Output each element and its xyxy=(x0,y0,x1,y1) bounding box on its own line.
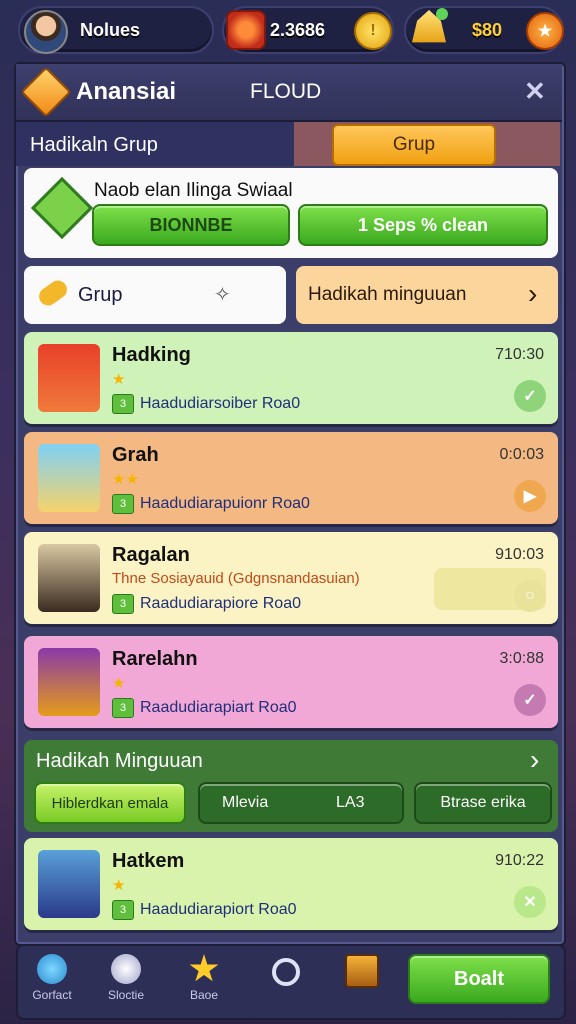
star-badge-icon[interactable]: ★ xyxy=(526,12,564,50)
weekly-filter[interactable]: Hadikah minguuan › xyxy=(296,266,558,324)
row-detail-text: Raadudiarapiore Roa0 xyxy=(140,595,301,613)
coins-pill[interactable]: 2.3686 ! xyxy=(222,6,394,54)
row-detail-text: Haadudiarapuionr Roa0 xyxy=(140,495,310,513)
close-icon[interactable]: ✕ xyxy=(524,76,546,107)
gem-dot-icon xyxy=(436,8,448,20)
tab-grup[interactable]: Grup xyxy=(332,124,496,166)
row-badge-icon: 3 xyxy=(112,698,134,718)
row-action-icon[interactable]: ✕ xyxy=(514,886,546,918)
sparkle-icon: ✧ xyxy=(214,284,231,306)
row-stars: ★ xyxy=(112,877,126,894)
panel-title: Anansiai xyxy=(76,78,177,105)
row-detail-text: Haadudiarapiort Roa0 xyxy=(140,901,297,919)
gems-pill[interactable]: $80 ★ xyxy=(404,6,564,54)
leaderboard-row[interactable]: Rarelahn 3:0:88 ★ 3 Raadudiarapiart Roa0 … xyxy=(24,636,558,728)
weekly-button-3[interactable]: Btrase erika xyxy=(414,782,552,824)
row-badge-icon: 3 xyxy=(112,594,134,614)
row-badge-icon: 3 xyxy=(112,900,134,920)
nav-item-baoe[interactable]: Baoe xyxy=(164,950,244,1002)
weekly-filter-label: Hadikah minguuan xyxy=(308,284,467,305)
row-avatar xyxy=(38,648,100,716)
row-action-icon[interactable]: ✓ xyxy=(514,380,546,412)
task-left-button[interactable]: BIONNBE xyxy=(92,204,290,246)
row-stars: ★ xyxy=(112,371,126,388)
coin-icon: ! xyxy=(354,12,392,50)
row-time: 710:30 xyxy=(495,346,544,363)
row-name: Grah xyxy=(112,444,159,466)
row-name: Hatkem xyxy=(112,850,185,872)
profile-pill[interactable]: Nolues xyxy=(18,6,214,54)
row-stars: ★ xyxy=(112,675,126,692)
row-avatar xyxy=(38,544,100,612)
weekly-button-2[interactable]: Mlevia LA3 xyxy=(198,782,404,824)
chest-icon xyxy=(345,954,379,988)
weekly-button-2-right: LA3 xyxy=(336,794,365,811)
row-badge-icon: 3 xyxy=(112,494,134,514)
wrench-icon xyxy=(35,277,71,309)
row-time: 3:0:88 xyxy=(499,650,544,667)
coin-count: 2.3686 xyxy=(270,20,326,40)
row-name: Ragalan xyxy=(112,544,190,566)
row-avatar xyxy=(38,444,100,512)
panel-subtitle: FLOUD xyxy=(250,80,322,103)
weekly-section-title: Hadikah Minguuan xyxy=(36,750,203,772)
row-detail: 3 Haadudiarapuionr Roa0 xyxy=(112,494,310,514)
group-filter[interactable]: Grup ✧ xyxy=(24,266,286,324)
nav-item-sloctie[interactable]: Sloctie xyxy=(86,950,166,1002)
cta-label: Boalt xyxy=(454,967,504,990)
row-extra-text: Thne Sosiayauid (Gdgnsnandasuian) xyxy=(112,570,360,587)
tab-label: Hadikaln Grup xyxy=(30,134,158,156)
player-avatar xyxy=(24,10,68,54)
group-filter-label: Grup xyxy=(78,284,123,306)
username: Nolues xyxy=(80,20,141,40)
tab-hadikaln-grup[interactable]: Hadikaln Grup xyxy=(16,122,294,166)
row-detail: 3 Haadudiarsoiber Roa0 xyxy=(112,394,300,414)
row-detail: 3 Raadudiarapiore Roa0 xyxy=(112,594,301,614)
task-title: Naob elan Ilinga Swiaal xyxy=(94,180,293,201)
chat-bubble-icon xyxy=(37,954,67,984)
nav-label: Sloctie xyxy=(107,988,145,1002)
star-icon xyxy=(189,954,219,982)
row-stars: ★★ xyxy=(112,471,139,488)
row-name: Rarelahn xyxy=(112,648,198,670)
row-detail-text: Haadudiarsoiber Roa0 xyxy=(140,395,301,413)
row-time: 910:03 xyxy=(495,546,544,563)
bottom-cta-button[interactable]: Boalt xyxy=(408,954,550,1004)
row-detail-text: Raadudiarapiart Roa0 xyxy=(140,699,297,717)
row-badge-icon: 3 xyxy=(112,394,134,414)
leaderboard-row[interactable]: Ragalan 910:03 3 Raadudiarapiore Roa0 ○ T… xyxy=(24,532,558,624)
nav-label: Baoe xyxy=(189,988,219,1002)
row-time: 910:22 xyxy=(495,852,544,869)
row-detail: 3 Raadudiarapiart Roa0 xyxy=(112,698,297,718)
row-action-icon[interactable]: ✓ xyxy=(514,684,546,716)
gem-count: $80 xyxy=(472,20,503,40)
row-avatar xyxy=(38,344,100,412)
row-action-icon[interactable]: ▶ xyxy=(514,480,546,512)
message-icon xyxy=(111,954,141,984)
row-detail: 3 Haadudiarapiort Roa0 xyxy=(112,900,297,920)
weekly-button-2-left: Mlevia xyxy=(222,794,269,811)
chevron-right-icon: › xyxy=(528,278,538,309)
nav-label: Gorfact xyxy=(32,988,72,1002)
leaderboard-row[interactable]: Hatkem 910:22 ★ 3 Haadudiarapiort Roa0 ✕ xyxy=(24,838,558,930)
weekly-button-1[interactable]: Hiblerdkan emala xyxy=(34,782,186,824)
nav-item-search[interactable] xyxy=(246,950,326,990)
leaderboard-row[interactable]: Grah 0:0:03 ★★ 3 Haadudiarapuionr Roa0 ▶ xyxy=(24,432,558,524)
search-icon xyxy=(272,958,300,986)
nav-item-gorfact[interactable]: Gorfact xyxy=(12,950,92,1002)
leaderboard-row[interactable]: Hadking 710:30 ★ 3 Haadudiarsoiber Roa0 ✓ xyxy=(24,332,558,424)
row-time: 0:0:03 xyxy=(499,446,544,463)
nav-item-chest[interactable] xyxy=(322,950,402,992)
row-action-icon[interactable]: ○ xyxy=(514,580,546,612)
weekly-section-chevron-icon[interactable]: › xyxy=(530,744,539,776)
row-name: Hadking xyxy=(112,344,191,366)
row-avatar xyxy=(38,850,100,918)
treasure-icon xyxy=(226,10,266,50)
task-right-button[interactable]: 1 Seps % clean xyxy=(298,204,548,246)
